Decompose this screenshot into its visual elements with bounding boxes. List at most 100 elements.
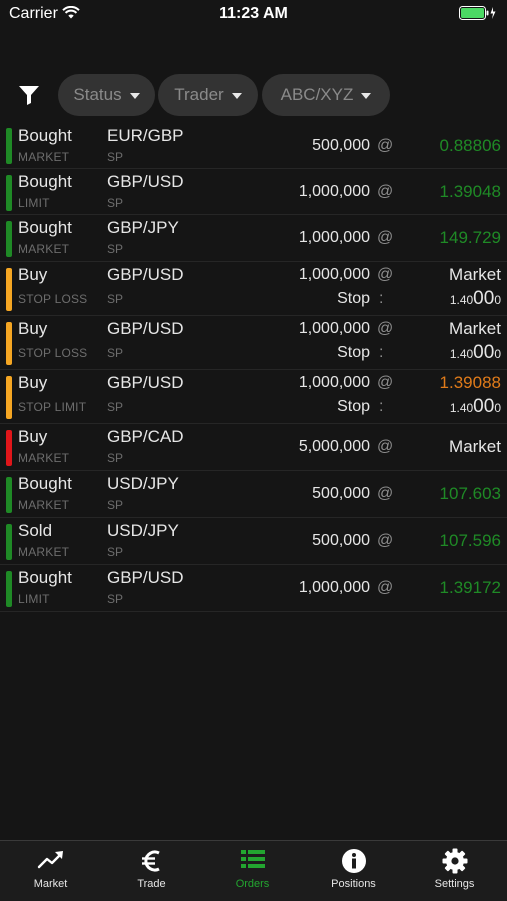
info-icon — [341, 849, 366, 873]
stop-price: 1.40000 — [450, 396, 501, 418]
order-quantity: 1,000,000 — [298, 579, 370, 596]
chevron-down-icon — [361, 93, 372, 99]
order-quantity: 1,000,000 — [298, 374, 370, 391]
stop-colon: : — [379, 290, 384, 307]
order-price: 0.88806 — [439, 136, 501, 155]
status-indicator — [6, 268, 12, 311]
order-type: MARKET — [18, 451, 70, 465]
order-row[interactable]: Buy STOP LOSS GBP/USD SP 1,000,000 @ Mar… — [0, 316, 507, 370]
status-indicator — [6, 376, 12, 419]
status-indicator — [6, 477, 12, 513]
tab-settings[interactable]: Settings — [404, 841, 505, 901]
list-icon — [240, 850, 265, 868]
tab-positions[interactable]: Positions — [303, 841, 404, 901]
status-indicator — [6, 128, 12, 164]
product-code: SP — [107, 242, 124, 256]
currency-pair: GBP/USD — [107, 265, 184, 284]
tab-label: Trade — [137, 878, 166, 890]
order-row[interactable]: Bought MARKET GBP/JPY SP 1,000,000 @ 149… — [0, 215, 507, 262]
order-price: 107.603 — [439, 484, 501, 503]
at-symbol: @ — [377, 229, 394, 246]
trader-filter-dropdown[interactable]: Trader — [158, 74, 258, 116]
order-price: 1.39048 — [439, 182, 501, 201]
stop-price: 1.40000 — [450, 342, 501, 364]
status-indicator — [6, 175, 12, 211]
order-price: 1.39172 — [439, 578, 501, 597]
order-price: Market — [449, 265, 501, 284]
stop-label: Stop — [337, 344, 370, 361]
clock: 11:23 AM — [219, 5, 288, 22]
order-price: 107.596 — [439, 531, 501, 550]
euro-icon — [141, 850, 160, 872]
stop-colon: : — [379, 344, 384, 361]
order-row[interactable]: Buy STOP LOSS GBP/USD SP 1,000,000 @ Mar… — [0, 262, 507, 316]
order-side: Bought — [18, 474, 72, 493]
currency-pair: GBP/USD — [107, 373, 184, 392]
order-quantity: 1,000,000 — [298, 183, 370, 200]
trend-chart-icon — [37, 851, 63, 869]
status-filter-dropdown[interactable]: Status — [58, 74, 155, 116]
order-quantity: 1,000,000 — [298, 320, 370, 337]
order-row[interactable]: Bought MARKET USD/JPY SP 500,000 @ 107.6… — [0, 471, 507, 518]
product-code: SP — [107, 346, 124, 360]
product-code: SP — [107, 196, 124, 210]
at-symbol: @ — [377, 183, 394, 200]
at-symbol: @ — [377, 532, 394, 549]
order-row[interactable]: Bought LIMIT GBP/USD SP 1,000,000 @ 1.39… — [0, 565, 507, 612]
order-type: MARKET — [18, 150, 70, 164]
order-quantity: 1,000,000 — [298, 229, 370, 246]
tab-label: Positions — [331, 878, 376, 890]
currency-pair: USD/JPY — [107, 521, 179, 540]
filter-bar: Status Trader ABC/XYZ — [0, 74, 507, 116]
product-code: SP — [107, 150, 124, 164]
at-symbol: @ — [377, 485, 394, 502]
order-type: LIMIT — [18, 196, 50, 210]
chevron-down-icon — [231, 93, 242, 99]
tab-label: Orders — [235, 878, 270, 890]
order-quantity: 500,000 — [312, 485, 370, 502]
status-indicator — [6, 430, 12, 466]
at-symbol: @ — [377, 266, 394, 283]
product-code: SP — [107, 545, 124, 559]
chevron-down-icon — [129, 93, 140, 99]
product-code: SP — [107, 292, 124, 306]
order-row[interactable]: Bought MARKET EUR/GBP SP 500,000 @ 0.888… — [0, 122, 507, 169]
order-side: Buy — [18, 427, 48, 446]
at-symbol: @ — [377, 320, 394, 337]
order-row[interactable]: Bought LIMIT GBP/USD SP 1,000,000 @ 1.39… — [0, 169, 507, 215]
tab-orders[interactable]: Orders — [202, 841, 303, 901]
order-row[interactable]: Buy MARKET GBP/CAD SP 5,000,000 @ Market — [0, 424, 507, 471]
tab-market[interactable]: Market — [0, 841, 101, 901]
stop-price-pips: 00 — [473, 396, 495, 417]
order-type: MARKET — [18, 545, 70, 559]
tab-label: Market — [33, 878, 68, 890]
stop-price-small: 1.40 — [449, 293, 474, 307]
at-symbol: @ — [377, 579, 394, 596]
order-row[interactable]: Sold MARKET USD/JPY SP 500,000 @ 107.596 — [0, 518, 507, 565]
stop-colon: : — [379, 398, 384, 415]
order-side: Buy — [18, 319, 48, 338]
stop-label: Stop — [337, 290, 370, 307]
status-indicator — [6, 221, 12, 257]
stop-price-tail: 0 — [494, 293, 501, 307]
order-row[interactable]: Buy STOP LIMIT GBP/USD SP 1,000,000 @ 1.… — [0, 370, 507, 424]
product-code: SP — [107, 451, 124, 465]
status-indicator — [6, 571, 12, 607]
currency-pair: GBP/USD — [107, 568, 184, 587]
symbol-filter-dropdown[interactable]: ABC/XYZ — [262, 74, 390, 116]
stop-price-small: 1.40 — [449, 347, 474, 361]
order-side: Buy — [18, 373, 48, 392]
currency-pair: GBP/JPY — [107, 218, 179, 237]
currency-pair: EUR/GBP — [107, 126, 184, 145]
trader-filter-label: Trader — [174, 85, 224, 104]
order-side: Bought — [18, 172, 72, 191]
tab-trade[interactable]: Trade — [101, 841, 202, 901]
battery-icon — [459, 6, 497, 25]
stop-price-small: 1.40 — [449, 401, 474, 415]
stop-price-pips: 00 — [473, 288, 495, 309]
stop-price: 1.40000 — [450, 288, 501, 310]
stop-price-pips: 00 — [473, 342, 495, 363]
currency-pair: GBP/USD — [107, 319, 184, 338]
order-quantity: 1,000,000 — [298, 266, 370, 283]
filter-icon[interactable] — [18, 84, 40, 111]
